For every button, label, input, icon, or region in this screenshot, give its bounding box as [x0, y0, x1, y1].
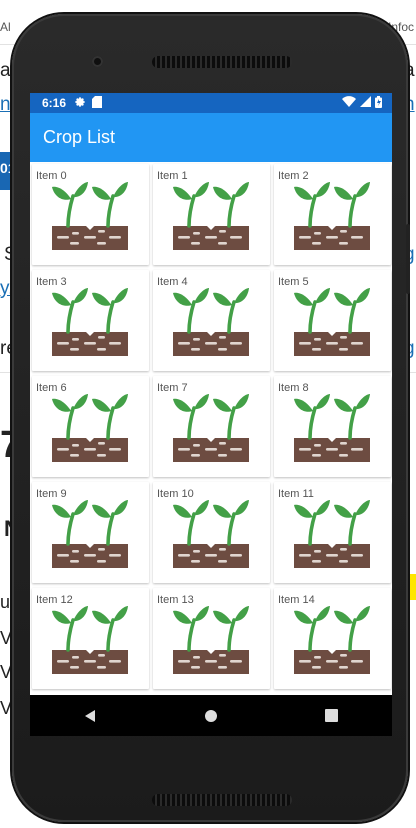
crop-list-item[interactable]: Item 3: [32, 270, 149, 371]
seedling-icon: [173, 394, 249, 462]
crop-list-item[interactable]: Item 14: [274, 588, 391, 689]
back-button[interactable]: [70, 701, 110, 731]
seedling-icon: [173, 182, 249, 250]
seedling-icon: [52, 606, 128, 674]
front-camera: [92, 56, 103, 67]
seedling-icon: [294, 182, 370, 250]
seedling-icon: [294, 606, 370, 674]
app-title: Crop List: [43, 127, 116, 147]
volume-button[interactable]: [406, 224, 410, 294]
bg-link: n: [0, 94, 11, 115]
seedling-icon: [52, 394, 128, 462]
bg-tab-left: Al: [0, 20, 11, 34]
gear-icon: [74, 96, 86, 111]
seedling-icon: [294, 500, 370, 568]
seedling-icon: [173, 500, 249, 568]
bg-text: a: [0, 60, 11, 81]
status-bar: 6:16: [30, 93, 392, 113]
status-time: 6:16: [42, 96, 67, 110]
seedling-icon: [52, 500, 128, 568]
seedling-icon: [173, 606, 249, 674]
crop-list-item[interactable]: Item 7: [153, 376, 270, 477]
top-speaker: [152, 56, 292, 68]
recents-icon: [325, 709, 339, 722]
device-screen: 6:16 Crop List Item 0 Item 1 Item 2 Item…: [30, 93, 392, 736]
seedling-icon: [294, 288, 370, 356]
seedling-icon: [52, 288, 128, 356]
battery-icon: [375, 95, 382, 111]
app-bar: Crop List: [30, 113, 392, 162]
crop-list-item[interactable]: Item 10: [153, 482, 270, 583]
seedling-icon: [52, 182, 128, 250]
sd-card-icon: [92, 95, 103, 111]
recents-button[interactable]: [312, 701, 352, 731]
home-icon: [204, 709, 217, 722]
crop-list-item[interactable]: Item 13: [153, 588, 270, 689]
wifi-icon: [342, 96, 356, 110]
navigation-bar: [30, 695, 392, 736]
signal-icon: [360, 96, 371, 110]
crop-grid: Item 0 Item 1 Item 2 Item 3 Item 4 Item …: [32, 164, 391, 689]
crop-list-item[interactable]: Item 0: [32, 164, 149, 265]
crop-list-item[interactable]: Item 5: [274, 270, 391, 371]
crop-list-item[interactable]: Item 6: [32, 376, 149, 477]
crop-list-item[interactable]: Item 9: [32, 482, 149, 583]
crop-list-item[interactable]: Item 1: [153, 164, 270, 265]
crop-list-item[interactable]: Item 4: [153, 270, 270, 371]
seedling-icon: [294, 394, 370, 462]
crop-list-item[interactable]: Item 8: [274, 376, 391, 477]
crop-list-item[interactable]: Item 2: [274, 164, 391, 265]
back-icon: [85, 709, 96, 722]
crop-list-item[interactable]: Item 12: [32, 588, 149, 689]
seedling-icon: [173, 288, 249, 356]
bottom-speaker: [152, 794, 292, 806]
crop-list-item[interactable]: Item 11: [274, 482, 391, 583]
home-button[interactable]: [191, 701, 231, 731]
